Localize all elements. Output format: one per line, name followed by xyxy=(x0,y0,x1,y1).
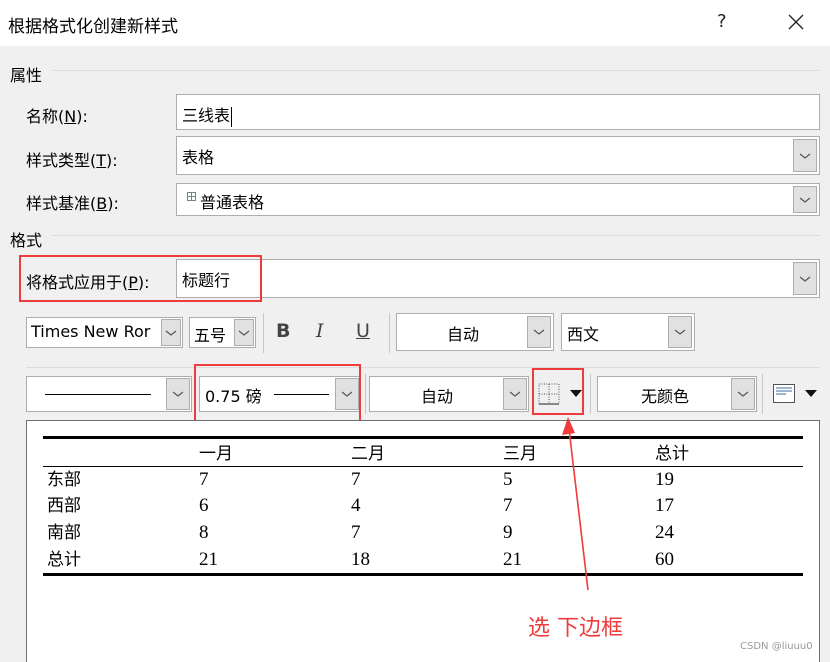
section-divider xyxy=(52,235,820,236)
table-header-row: 一月 二月 三月 总计 xyxy=(43,437,803,467)
annotation-arrow xyxy=(562,417,589,591)
bottom-border-icon[interactable] xyxy=(538,383,560,405)
shading-select[interactable]: 无颜色 xyxy=(597,376,757,412)
caret-down-icon[interactable] xyxy=(805,390,817,398)
style-type-label: 样式类型(T): xyxy=(26,151,118,170)
watermark: CSDN @liuuu0 xyxy=(740,641,813,652)
section-divider xyxy=(52,70,820,71)
bold-button[interactable]: B xyxy=(276,320,290,342)
font-select[interactable]: Times New Ror xyxy=(26,317,183,348)
style-base-label: 样式基准(B): xyxy=(26,194,119,213)
name-label: 名称(N): xyxy=(26,107,88,126)
chevron-down-icon[interactable] xyxy=(731,378,755,410)
style-type-select[interactable]: 表格 xyxy=(176,136,820,175)
close-icon[interactable] xyxy=(782,8,810,36)
caret-down-icon[interactable] xyxy=(570,390,582,398)
row-label: 南部 xyxy=(47,522,81,543)
chevron-down-icon[interactable] xyxy=(793,139,817,172)
header-cell xyxy=(43,438,195,467)
section-properties: 属性 xyxy=(10,66,43,85)
chevron-down-icon[interactable] xyxy=(793,262,817,295)
title-bar: 根据格式化创建新样式 ? xyxy=(0,0,830,46)
alignment-icon[interactable] xyxy=(773,384,795,403)
apply-to-label: 将格式应用于(P): xyxy=(26,273,150,292)
row-label: 东部 xyxy=(47,470,81,490)
table-row: 东部 7 7 5 19 xyxy=(43,467,803,494)
line-style-select[interactable] xyxy=(26,376,192,412)
chevron-down-icon[interactable] xyxy=(503,378,527,410)
table-row: 西部 6 4 7 17 xyxy=(43,494,803,521)
table-style-icon xyxy=(187,192,196,201)
table-row: 南部 8 7 9 24 xyxy=(43,521,803,548)
cell: 18 xyxy=(351,548,370,570)
apply-to-select[interactable]: 标题行 xyxy=(176,259,820,298)
dialog-title: 根据格式化创建新样式 xyxy=(8,17,178,37)
table-row: 总计 21 18 21 60 xyxy=(43,548,803,575)
chevron-down-icon[interactable] xyxy=(527,316,551,348)
chevron-down-icon[interactable] xyxy=(335,378,359,410)
preview-table: 一月 二月 三月 总计 东部 7 7 5 19 西部 6 4 7 17 南部 8… xyxy=(43,436,803,576)
line-style-preview xyxy=(45,394,151,395)
cell: 7 xyxy=(351,521,361,543)
help-button[interactable]: ? xyxy=(717,11,727,32)
header-cell: 一月 xyxy=(199,444,233,464)
script-select[interactable]: 西文 xyxy=(561,313,695,351)
underline-button[interactable]: U xyxy=(356,320,370,342)
chevron-down-icon[interactable] xyxy=(161,319,181,346)
line-width-preview xyxy=(274,394,329,395)
cell: 24 xyxy=(655,521,674,543)
cell: 4 xyxy=(351,494,361,516)
row-label: 总计 xyxy=(47,549,81,570)
line-width-select[interactable]: 0.75 磅 xyxy=(199,376,361,412)
font-color-select[interactable]: 自动 xyxy=(396,313,554,351)
cell: 19 xyxy=(655,469,674,490)
cell: 60 xyxy=(655,548,674,570)
font-size-select[interactable]: 五号 xyxy=(189,317,256,348)
chevron-down-icon[interactable] xyxy=(668,316,692,348)
toolbar-separator xyxy=(365,374,366,414)
italic-button[interactable]: I xyxy=(316,320,324,342)
cell: 8 xyxy=(199,521,209,543)
border-color-select[interactable]: 自动 xyxy=(369,376,529,412)
style-base-select[interactable]: 普通表格 xyxy=(176,183,820,216)
cell: 6 xyxy=(199,494,209,516)
header-cell: 二月 xyxy=(351,444,385,464)
toolbar-separator xyxy=(590,374,591,414)
toolbar-separator xyxy=(263,313,264,353)
cell: 21 xyxy=(199,548,218,570)
chevron-down-icon[interactable] xyxy=(234,319,254,346)
cell: 7 xyxy=(351,469,361,490)
chevron-down-icon[interactable] xyxy=(166,378,190,410)
annotation-text: 选 下边框 xyxy=(528,616,623,641)
header-cell: 总计 xyxy=(655,444,689,464)
chevron-down-icon[interactable] xyxy=(793,186,817,213)
cell: 7 xyxy=(199,469,209,490)
section-format: 格式 xyxy=(10,231,43,250)
style-preview: 一月 二月 三月 总计 东部 7 7 5 19 西部 6 4 7 17 南部 8… xyxy=(26,420,820,662)
toolbar-divider xyxy=(26,367,820,368)
toolbar-separator xyxy=(762,374,763,414)
cell: 17 xyxy=(655,494,674,516)
text-caret xyxy=(231,106,233,127)
name-input[interactable]: 三线表 xyxy=(176,94,820,130)
row-label: 西部 xyxy=(47,495,81,516)
toolbar-separator xyxy=(389,313,390,353)
